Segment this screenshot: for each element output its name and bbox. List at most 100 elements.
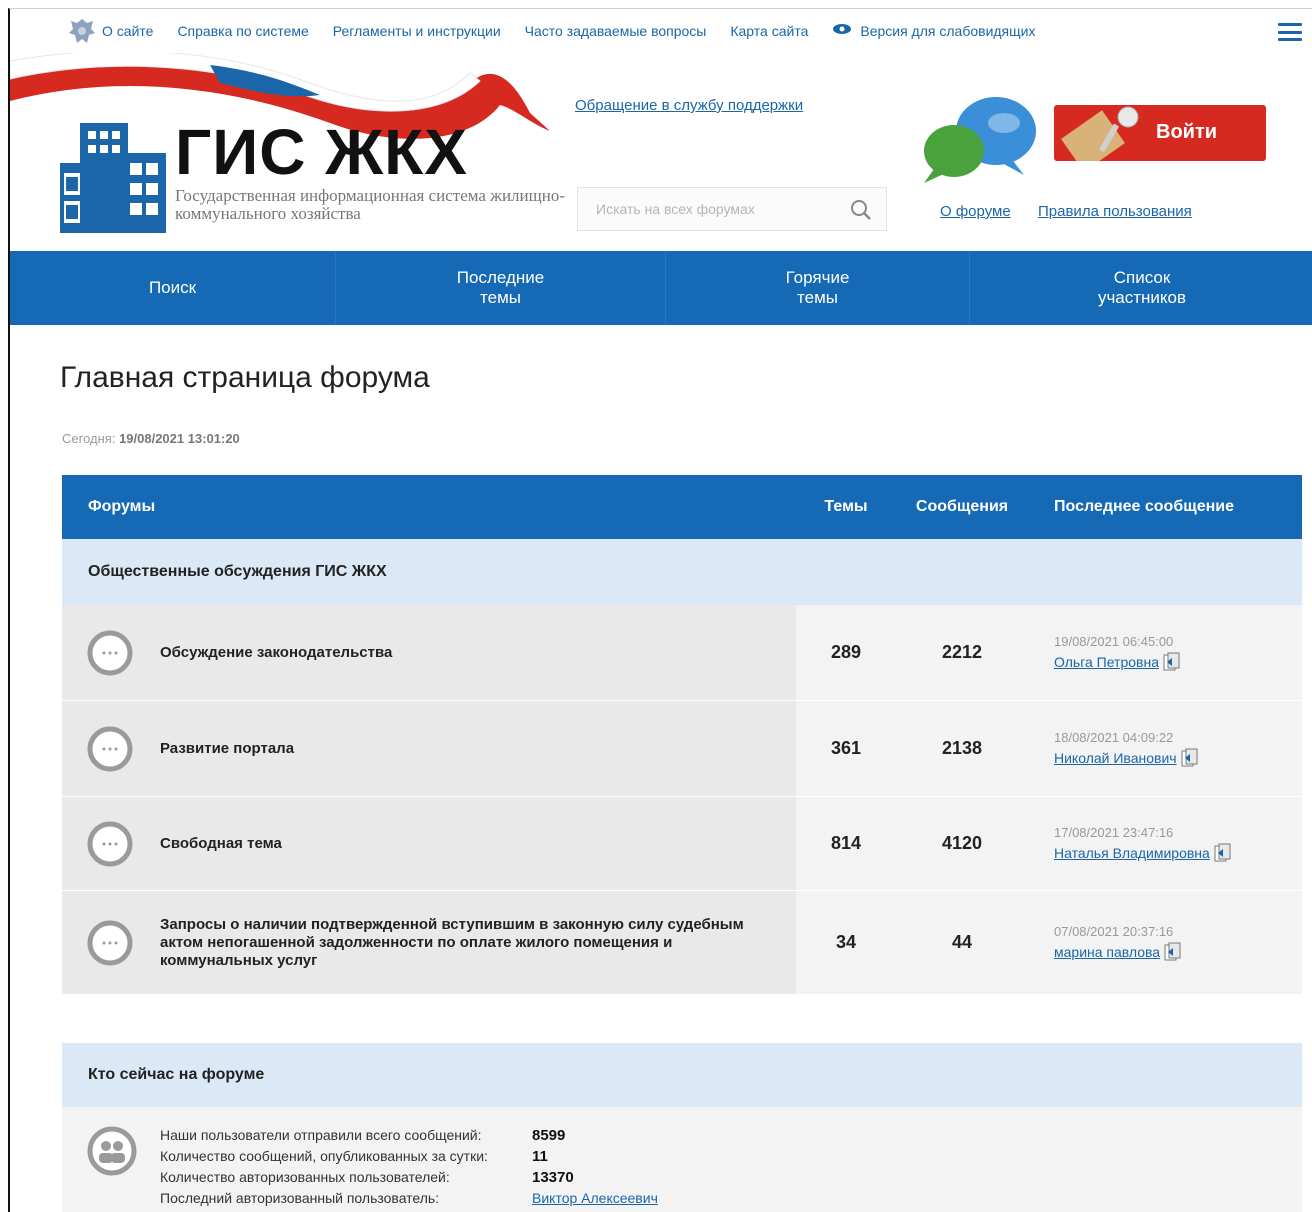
stat-label: Наши пользователи отправили всего сообще… [160, 1127, 482, 1143]
last-message-user-row: Наталья Владимировна [1054, 843, 1302, 863]
stat-value: 8599 [532, 1127, 566, 1144]
stat-label: Последний авторизованный пользователь: [160, 1190, 440, 1206]
forum-stats: Наши пользователи отправили всего сообще… [160, 1125, 658, 1209]
search-icon[interactable] [850, 199, 872, 226]
table-header: Форумы Темы Сообщения Последнее сообщени… [62, 475, 1302, 539]
last-message-user-row: Ольга Петровна [1054, 652, 1302, 672]
forum-cell: Свободная тема [62, 797, 796, 890]
table-row: Обсуждение законодательства 289 2212 19/… [62, 605, 1302, 701]
table-row: Запросы о наличии подтвержденной вступив… [62, 891, 1302, 995]
nav-link-faq[interactable]: Часто задаваемые вопросы [525, 23, 707, 39]
last-message-author-link[interactable]: марина павлова [1054, 944, 1160, 960]
forum-search-input[interactable] [596, 201, 846, 217]
emblem-icon [62, 13, 102, 49]
keys-icon [1061, 106, 1139, 161]
eye-icon [832, 22, 852, 40]
last-message-user-row: марина павлова [1054, 942, 1302, 962]
last-user-link[interactable]: Виктор Алексеевич [532, 1188, 658, 1209]
users-icon [87, 1126, 137, 1176]
today-label: Сегодня: [62, 431, 116, 446]
stat-label: Количество сообщений, опубликованных за … [160, 1148, 488, 1164]
forum-link[interactable]: Развитие портала [160, 740, 294, 758]
nav-hot-topics-label: Горячие темы [785, 268, 850, 307]
last-message-cell: 18/08/2021 04:09:22 Николай Иванович [1028, 701, 1302, 796]
logo-subtitle: Государственная информационная система ж… [175, 186, 565, 223]
nav-link-regulations[interactable]: Регламенты и инструкции [333, 23, 501, 39]
top-nav: О сайте Справка по системе Регламенты и … [10, 9, 1312, 53]
last-message-author-link[interactable]: Наталья Владимировна [1054, 845, 1210, 861]
stat-label: Количество авторизованных пользователей: [160, 1169, 450, 1185]
stat-row: Последний авторизованный пользователь: В… [160, 1188, 658, 1209]
usage-rules-link[interactable]: Правила пользования [1038, 203, 1192, 220]
nav-link-about[interactable]: О сайте [102, 23, 153, 39]
topics-count: 814 [796, 797, 896, 890]
accessibility-link[interactable]: Версия для слабовидящих [860, 23, 1035, 39]
document-icon[interactable] [1164, 942, 1182, 962]
nav-latest-topics-label: Последние темы [456, 268, 545, 307]
speech-bubble-icon [87, 726, 133, 771]
topics-count: 361 [796, 701, 896, 796]
header-topics: Темы [824, 498, 868, 515]
support-link[interactable]: Обращение в службу поддержки [575, 97, 803, 114]
forum-table: Форумы Темы Сообщения Последнее сообщени… [62, 475, 1302, 995]
stat-row: Количество сообщений, опубликованных за … [160, 1146, 658, 1167]
who-online-title: Кто сейчас на форуме [62, 1043, 1302, 1107]
building-logo-icon [60, 123, 166, 233]
today-line: Сегодня: 19/08/2021 13:01:20 [62, 431, 240, 446]
nav-members-list[interactable]: Список участников [970, 251, 1312, 325]
header-messages: Сообщения [915, 498, 1009, 515]
nav-link-sitemap[interactable]: Карта сайта [730, 23, 808, 39]
main-nav: Поиск Последние темы Горячие темы Список… [10, 251, 1312, 325]
last-message-cell: 19/08/2021 06:45:00 Ольга Петровна [1028, 605, 1302, 700]
nav-hot-topics[interactable]: Горячие темы [666, 251, 970, 325]
who-online-body: Наши пользователи отправили всего сообще… [62, 1107, 1302, 1212]
nav-link-help[interactable]: Справка по системе [177, 23, 308, 39]
forum-cell: Запросы о наличии подтвержденной вступив… [62, 891, 796, 994]
about-forum-link[interactable]: О форуме [940, 203, 1011, 220]
search-box [577, 187, 887, 231]
last-message-date: 17/08/2021 23:47:16 [1054, 824, 1174, 840]
category-row: Общественные обсуждения ГИС ЖКХ [62, 539, 1302, 605]
nav-latest-topics[interactable]: Последние темы [336, 251, 666, 325]
forum-link[interactable]: Обсуждение законодательства [160, 644, 392, 662]
forum-cell: Обсуждение законодательства [62, 605, 796, 700]
page-frame: О сайте Справка по системе Регламенты и … [8, 8, 1312, 1212]
who-online-section: Кто сейчас на форуме Наши пользователи о… [62, 1043, 1302, 1212]
speech-bubble-icon [87, 630, 133, 675]
stat-row: Наши пользователи отправили всего сообще… [160, 1125, 658, 1146]
header: ГИС ЖКХ Государственная информационная с… [10, 53, 1312, 251]
forum-link[interactable]: Свободная тема [160, 835, 282, 853]
chat-bubbles-icon [924, 97, 1036, 183]
last-message-author-link[interactable]: Николай Иванович [1054, 750, 1177, 766]
speech-bubble-icon [87, 920, 133, 965]
document-icon[interactable] [1163, 652, 1181, 672]
logo-title: ГИС ЖКХ [175, 116, 468, 188]
today-value: 19/08/2021 13:01:20 [119, 431, 240, 446]
last-message-date: 07/08/2021 20:37:16 [1054, 923, 1174, 939]
stat-row: Количество авторизованных пользователей:… [160, 1167, 658, 1188]
topics-count: 289 [796, 605, 896, 700]
last-message-user-row: Николай Иванович [1054, 748, 1302, 768]
stat-value: 11 [532, 1148, 548, 1165]
stat-value: 13370 [532, 1169, 574, 1186]
header-forums: Форумы [88, 498, 156, 515]
forum-link[interactable]: Запросы о наличии подтвержденной вступив… [160, 916, 780, 970]
topics-count: 34 [796, 891, 896, 994]
last-message-author-link[interactable]: Ольга Петровна [1054, 654, 1159, 670]
last-message-date: 19/08/2021 06:45:00 [1054, 633, 1174, 649]
messages-count: 2212 [896, 605, 1028, 700]
last-message-cell: 17/08/2021 23:47:16 Наталья Владимировна [1028, 797, 1302, 890]
table-row: Свободная тема 814 4120 17/08/2021 23:47… [62, 797, 1302, 891]
document-icon[interactable] [1181, 748, 1199, 768]
messages-count: 44 [896, 891, 1028, 994]
table-row: Развитие портала 361 2138 18/08/2021 04:… [62, 701, 1302, 797]
last-message-date: 18/08/2021 04:09:22 [1054, 729, 1174, 745]
messages-count: 2138 [896, 701, 1028, 796]
page-title: Главная страница форума [60, 361, 430, 394]
nav-members-list-label: Список участников [1097, 268, 1187, 307]
login-button[interactable]: Войти [1054, 105, 1266, 161]
document-icon[interactable] [1214, 843, 1232, 863]
menu-icon[interactable] [1278, 23, 1302, 41]
login-label: Войти [1156, 121, 1218, 143]
nav-search[interactable]: Поиск [10, 251, 336, 325]
